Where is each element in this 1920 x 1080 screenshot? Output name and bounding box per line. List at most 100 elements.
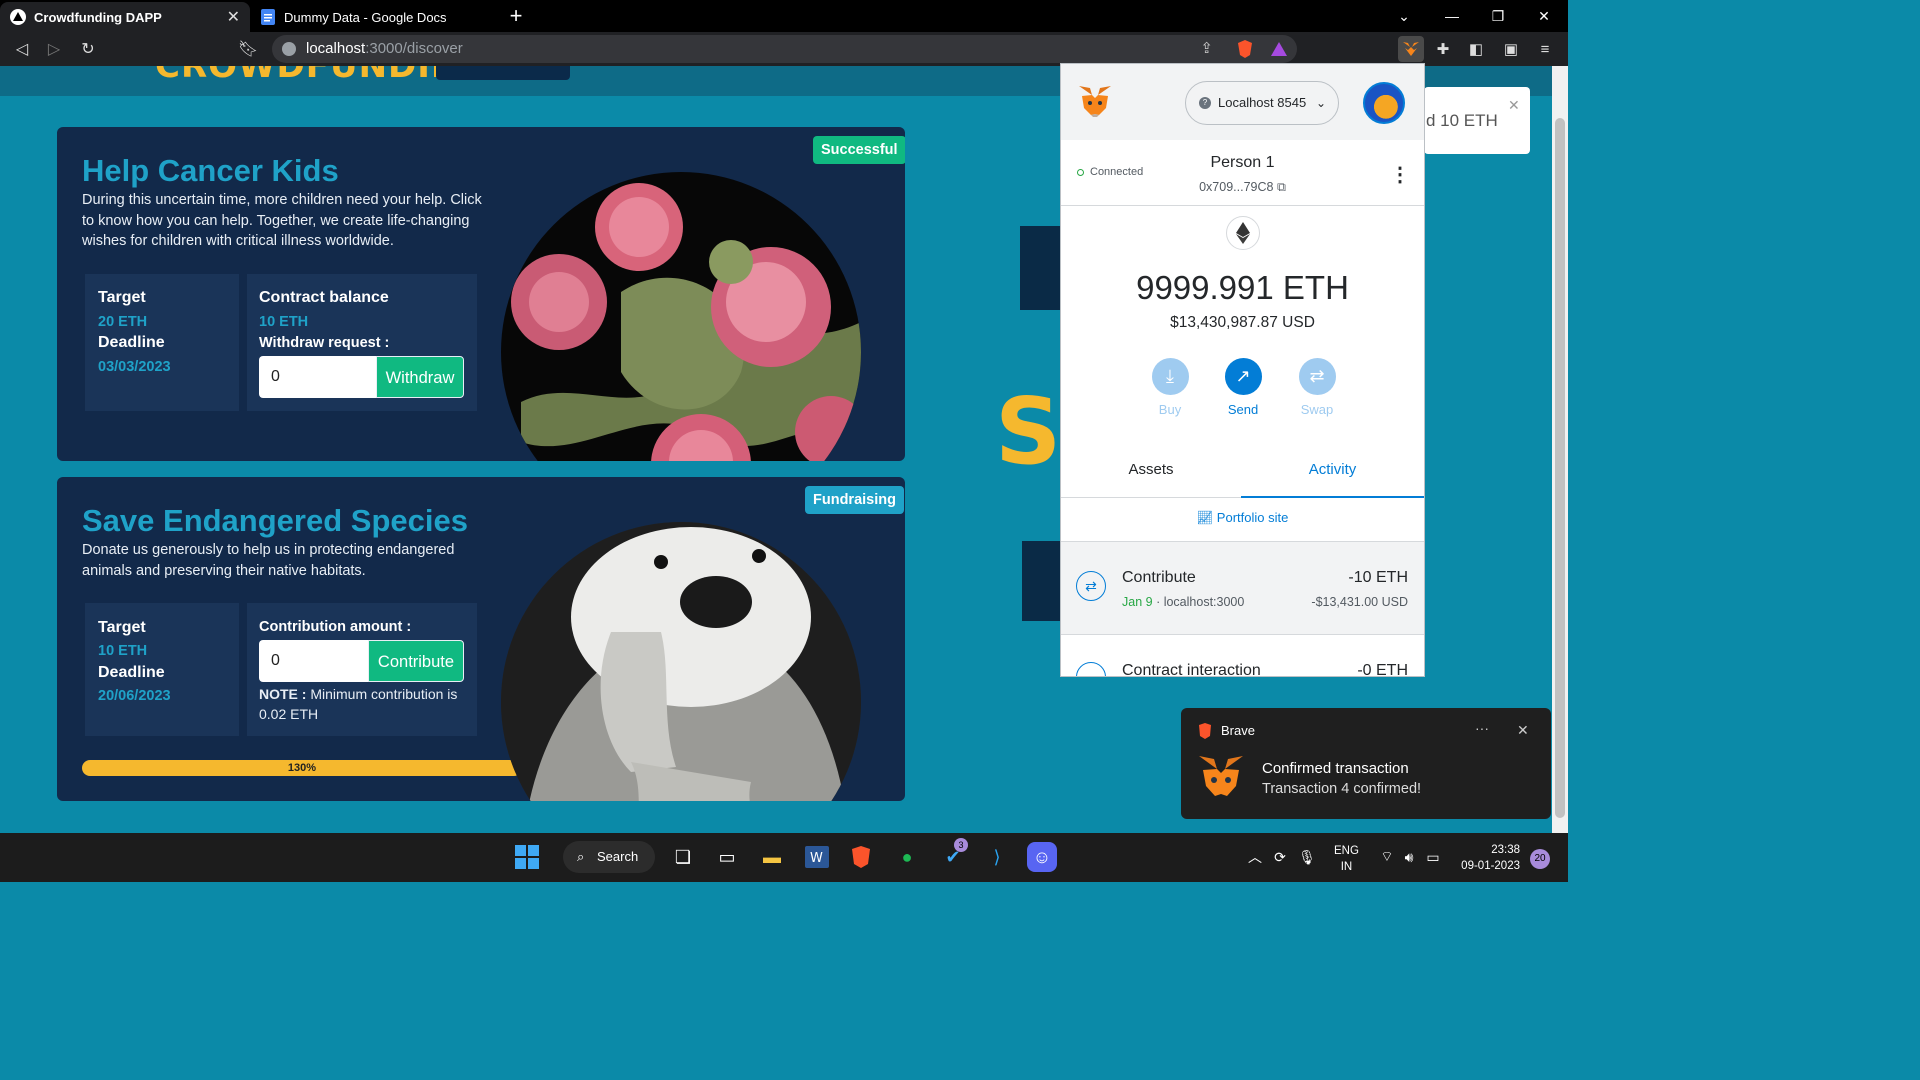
new-tab-button[interactable]: + (502, 3, 530, 28)
campaign-card: Help Cancer Kids During this uncertain t… (57, 127, 905, 461)
brave-rewards-icon[interactable] (1268, 38, 1290, 60)
contribute-button[interactable]: Contribute (368, 640, 464, 682)
account-menu-icon[interactable]: ⋮ (1390, 162, 1410, 187)
balance-label: Contract balance (259, 289, 389, 306)
notification-count-badge[interactable]: 20 (1530, 849, 1550, 869)
system-notification[interactable]: Brave ··· ✕ Confirmed transaction Transa… (1181, 708, 1551, 819)
activity-row[interactable]: Contract interaction -0 ETH (1061, 660, 1424, 676)
account-address[interactable]: 0x709...79C8 ⧉ (1061, 180, 1424, 195)
interaction-icon: ⇄ (1076, 571, 1106, 601)
microphone-icon[interactable]: 🎙︎ (1292, 842, 1322, 872)
account-header: Connected Person 1 0x709...79C8 ⧉ ⋮ (1061, 140, 1424, 206)
account-name[interactable]: Person 1 (1061, 154, 1424, 172)
withdraw-button[interactable]: Withdraw (376, 356, 464, 398)
tab-crowdfunding[interactable]: Crowdfunding DAPP ✕ (0, 2, 250, 32)
taskbar-search[interactable]: ⌕ Search (563, 841, 655, 873)
more-options-icon[interactable]: ··· (1475, 720, 1489, 736)
copy-icon[interactable]: ⧉ (1277, 180, 1286, 194)
minimize-icon[interactable]: — (1438, 4, 1466, 28)
network-question-icon: ? (1199, 97, 1211, 109)
buy-button[interactable]: ⤓ Buy (1140, 358, 1200, 417)
sidebar-icon[interactable]: ◧ (1465, 38, 1487, 60)
vscode-icon[interactable]: ⟩ (982, 842, 1012, 872)
hero-letter-s: S (995, 378, 1062, 485)
portfolio-link[interactable]: 📈︎ Portfolio site (1061, 510, 1424, 526)
reload-icon[interactable]: ↻ (76, 37, 100, 61)
discord-icon[interactable]: ☺ (1027, 842, 1057, 872)
tx-usd: -$13,431.00 USD (1311, 595, 1408, 609)
tx-title: Contribute (1122, 569, 1196, 586)
activity-row[interactable]: ⇄ Contribute Jan 9 · localhost:3000 -10 … (1061, 541, 1424, 635)
spotify-icon[interactable]: ● (892, 842, 922, 872)
page-scrollbar[interactable] (1552, 66, 1568, 833)
close-window-icon[interactable]: ✕ (1530, 4, 1558, 28)
brave-icon[interactable] (846, 842, 876, 872)
restore-icon[interactable]: ❐ (1484, 4, 1512, 28)
clock-date: 09-01-2023 (1461, 860, 1520, 872)
url-host: localhost (306, 40, 366, 57)
toast: d 10 ETH ✕ (1424, 87, 1530, 154)
windows-taskbar: ⌕ Search ❏ ▭ ▬ W ● ✔ 3 ⟩ ☺ ︿ ⟳ 🎙︎ ENG IN ⌔… (0, 833, 1568, 882)
clock[interactable]: 23:38 09-01-2023 (1456, 842, 1520, 874)
menu-icon[interactable]: ≡ (1534, 38, 1556, 60)
tab-title: Dummy Data - Google Docs (284, 9, 447, 25)
battery-icon[interactable]: ▭ (1418, 842, 1448, 872)
close-tab-icon[interactable]: ✕ (227, 7, 240, 27)
target-box: Target 20 ETH Deadline 03/03/2023 (85, 274, 239, 411)
account-avatar[interactable] (1363, 82, 1405, 124)
tx-amount: -10 ETH (1348, 569, 1408, 586)
task-view-icon[interactable]: ❏ (668, 842, 698, 872)
campaign-title: Help Cancer Kids (82, 153, 339, 188)
google-docs-icon (260, 9, 276, 25)
swap-button[interactable]: ⇄ Swap (1287, 358, 1347, 417)
swap-label: Swap (1300, 402, 1334, 417)
note-label: NOTE : (259, 686, 307, 702)
network-selector[interactable]: ? Localhost 8545 ⌄ (1185, 81, 1339, 125)
sync-icon[interactable]: ⟳ (1265, 842, 1295, 872)
start-icon[interactable] (512, 842, 542, 872)
brave-icon (1199, 723, 1211, 739)
site-info-icon[interactable] (282, 42, 296, 56)
arrow-up-right-icon: ↗ (1224, 358, 1262, 395)
search-icon: ⌕ (577, 849, 585, 864)
extensions-puzzle-icon[interactable]: ✚ (1432, 38, 1454, 60)
close-icon[interactable]: ✕ (1517, 722, 1529, 739)
toast-close-icon[interactable]: ✕ (1508, 97, 1520, 114)
url-bar[interactable]: localhost:3000/discover ⇪ (272, 35, 1297, 63)
withdraw-input[interactable]: 0 (259, 356, 377, 398)
send-button[interactable]: ↗ Send (1213, 358, 1273, 417)
target-label: Target (98, 619, 146, 636)
deadline-label: Deadline (98, 664, 165, 681)
progress-bar: 130% (82, 760, 522, 776)
tab-activity[interactable]: Activity (1241, 448, 1424, 498)
campaign-description: During this uncertain time, more childre… (82, 192, 482, 249)
metamask-fox-icon (1199, 756, 1243, 796)
word-icon[interactable]: W (802, 842, 832, 872)
status-badge: Fundraising (805, 486, 904, 514)
ethereum-icon (1226, 216, 1260, 250)
contribution-input[interactable]: 0 (259, 640, 369, 682)
todo-icon[interactable]: ✔ 3 (938, 838, 968, 872)
tab-google-docs[interactable]: Dummy Data - Google Docs (250, 2, 492, 32)
metamask-extension-icon[interactable] (1398, 36, 1424, 62)
tx-origin: · localhost:3000 (1152, 595, 1245, 609)
brave-shields-icon[interactable] (1234, 38, 1256, 60)
share-icon[interactable]: ⇪ (1200, 35, 1213, 63)
file-explorer-icon[interactable]: ▬ (757, 842, 787, 872)
deadline-value: 03/03/2023 (98, 359, 171, 375)
terminal-icon[interactable]: ▭ (712, 842, 742, 872)
deadline-value: 20/06/2023 (98, 688, 171, 704)
forward-icon[interactable]: ▷ (42, 37, 66, 61)
campaign-description: Donate us generously to help us in prote… (82, 542, 455, 579)
target-value: 10 ETH (98, 643, 148, 659)
tab-assets[interactable]: Assets (1061, 448, 1241, 498)
wallet-icon[interactable]: ▣ (1500, 38, 1522, 60)
language-indicator[interactable]: ENG IN (1334, 843, 1359, 875)
chevron-down-icon[interactable]: ⌄ (1390, 4, 1418, 28)
back-icon[interactable]: ◁ (10, 37, 34, 61)
wallet-tabs: Assets Activity (1061, 448, 1424, 498)
nav-link[interactable] (436, 66, 570, 80)
scrollbar-thumb[interactable] (1555, 118, 1565, 818)
bookmark-icon[interactable]: 🔖︎ (236, 37, 260, 61)
svg-text:W: W (810, 851, 823, 866)
